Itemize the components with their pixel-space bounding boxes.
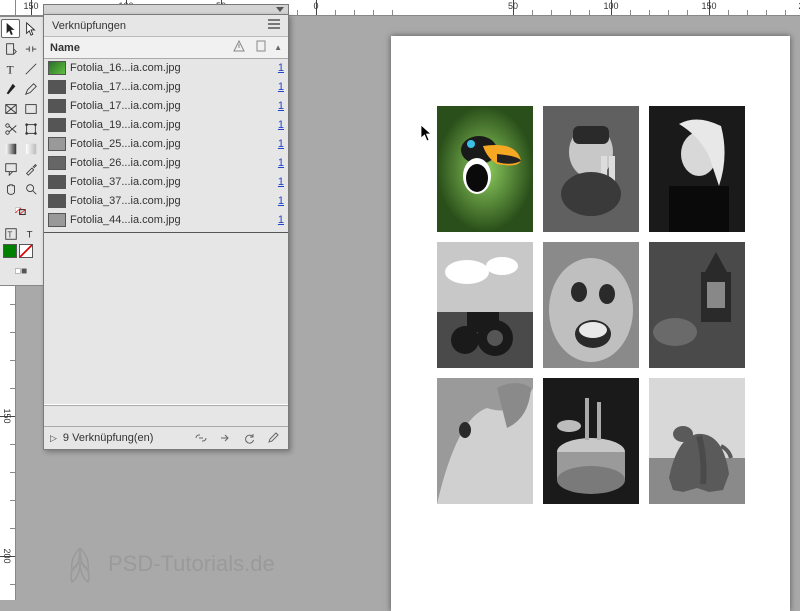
link-row[interactable]: Fotolia_44...ia.com.jpg 1: [44, 211, 288, 230]
link-page-number[interactable]: 1: [266, 176, 284, 188]
link-filename: Fotolia_17...ia.com.jpg: [70, 81, 240, 93]
pencil-tool[interactable]: [21, 79, 40, 98]
line-tool[interactable]: [21, 59, 40, 78]
link-thumbnail: [48, 118, 66, 132]
note-tool[interactable]: [1, 159, 20, 178]
links-panel: Verknüpfungen Name ▲ Fotolia_16...ia.com…: [43, 14, 289, 450]
link-page-number[interactable]: 1: [266, 195, 284, 207]
placed-image[interactable]: [437, 106, 533, 232]
placed-image[interactable]: [543, 378, 639, 504]
link-row[interactable]: Fotolia_37...ia.com.jpg 1: [44, 192, 288, 211]
image-grid: [437, 106, 745, 504]
link-filename: Fotolia_26...ia.com.jpg: [70, 157, 240, 169]
link-row[interactable]: Fotolia_19...ia.com.jpg 1: [44, 116, 288, 135]
placed-image[interactable]: [649, 242, 745, 368]
rectangle-tool[interactable]: [21, 99, 40, 118]
link-filename: Fotolia_25...ia.com.jpg: [70, 138, 240, 150]
placed-image[interactable]: [437, 242, 533, 368]
apply-none-swatch[interactable]: [19, 244, 33, 258]
edit-original-button[interactable]: [264, 430, 282, 446]
type-tool[interactable]: T: [1, 59, 20, 78]
link-thumbnail: [48, 175, 66, 189]
svg-text:T: T: [6, 64, 13, 76]
link-row[interactable]: Fotolia_25...ia.com.jpg 1: [44, 135, 288, 154]
link-row[interactable]: Fotolia_37...ia.com.jpg 1: [44, 173, 288, 192]
link-thumbnail: [48, 80, 66, 94]
view-mode-toggle[interactable]: [1, 259, 41, 283]
panel-tab-bar: Verknüpfungen: [44, 15, 288, 37]
column-sort-icon[interactable]: ▲: [274, 43, 282, 52]
scissors-tool[interactable]: [1, 119, 20, 138]
gradient-swatch-tool[interactable]: [1, 139, 20, 158]
link-filename: Fotolia_37...ia.com.jpg: [70, 176, 240, 188]
free-transform-tool[interactable]: [21, 119, 40, 138]
svg-text:T: T: [7, 230, 12, 239]
placed-image[interactable]: [543, 106, 639, 232]
link-thumbnail: [48, 213, 66, 227]
link-page-number[interactable]: 1: [266, 157, 284, 169]
pen-tool[interactable]: [1, 79, 20, 98]
links-count-status: 9 Verknüpfung(en): [63, 432, 186, 444]
svg-text:T: T: [26, 229, 32, 240]
link-thumbnail: [48, 156, 66, 170]
link-filename: Fotolia_44...ia.com.jpg: [70, 214, 240, 226]
panel-collapse-bar[interactable]: [43, 4, 289, 14]
link-thumbnail: [48, 99, 66, 113]
placed-image[interactable]: [437, 378, 533, 504]
gradient-feather-tool[interactable]: [21, 139, 40, 158]
link-row[interactable]: Fotolia_16...ia.com.jpg 1: [44, 59, 288, 78]
watermark-text: PSD-Tutorials.de: [108, 551, 275, 577]
link-page-number[interactable]: 1: [266, 62, 284, 74]
link-thumbnail: [48, 61, 66, 75]
link-page-number[interactable]: 1: [266, 119, 284, 131]
link-filename: Fotolia_19...ia.com.jpg: [70, 119, 240, 131]
rectangle-frame-tool[interactable]: [1, 99, 20, 118]
link-row[interactable]: Fotolia_17...ia.com.jpg 1: [44, 78, 288, 97]
placed-image[interactable]: [649, 106, 745, 232]
apply-color-swatch[interactable]: [3, 244, 17, 258]
formatting-text-icon[interactable]: T: [21, 224, 40, 243]
link-row[interactable]: Fotolia_17...ia.com.jpg 1: [44, 97, 288, 116]
link-thumbnail: [48, 194, 66, 208]
fill-stroke-proxy[interactable]: [1, 199, 41, 223]
panel-footer: ▷ 9 Verknüpfung(en): [44, 426, 288, 449]
selection-tool[interactable]: [1, 19, 20, 38]
link-filename: Fotolia_16...ia.com.jpg: [70, 62, 240, 74]
link-page-number[interactable]: 1: [266, 138, 284, 150]
zoom-tool[interactable]: [21, 179, 40, 198]
placed-image[interactable]: [649, 378, 745, 504]
links-list-header: Name ▲: [44, 37, 288, 59]
link-page-number[interactable]: 1: [266, 214, 284, 226]
formatting-container-icon[interactable]: T: [1, 224, 20, 243]
eyedropper-tool[interactable]: [21, 159, 40, 178]
document-page[interactable]: [391, 36, 790, 611]
panel-title[interactable]: Verknüpfungen: [52, 20, 262, 32]
toolbox: T T T: [0, 16, 44, 286]
links-list[interactable]: Fotolia_16...ia.com.jpg1Fotolia_17...ia.…: [44, 59, 288, 404]
link-page-number[interactable]: 1: [266, 81, 284, 93]
page-tool[interactable]: [1, 39, 20, 58]
disclosure-triangle-icon[interactable]: ▷: [50, 433, 57, 444]
column-header-page-icon[interactable]: [252, 40, 270, 55]
link-thumbnail: [48, 137, 66, 151]
goto-link-button[interactable]: [216, 430, 234, 446]
placed-image[interactable]: [543, 242, 639, 368]
link-filename: Fotolia_37...ia.com.jpg: [70, 195, 240, 207]
direct-selection-tool[interactable]: [21, 19, 40, 38]
link-filename: Fotolia_17...ia.com.jpg: [70, 100, 240, 112]
link-page-number[interactable]: 1: [266, 100, 284, 112]
gap-tool[interactable]: [21, 39, 40, 58]
relink-button[interactable]: [192, 430, 210, 446]
column-header-name[interactable]: Name: [50, 42, 226, 54]
column-header-status-icon[interactable]: [230, 40, 248, 55]
ruler-corner: [0, 0, 16, 16]
watermark: PSD-Tutorials.de: [60, 544, 275, 584]
update-link-button[interactable]: [240, 430, 258, 446]
link-row[interactable]: Fotolia_26...ia.com.jpg 1: [44, 154, 288, 173]
panel-menu-icon[interactable]: [268, 19, 280, 32]
hand-tool[interactable]: [1, 179, 20, 198]
